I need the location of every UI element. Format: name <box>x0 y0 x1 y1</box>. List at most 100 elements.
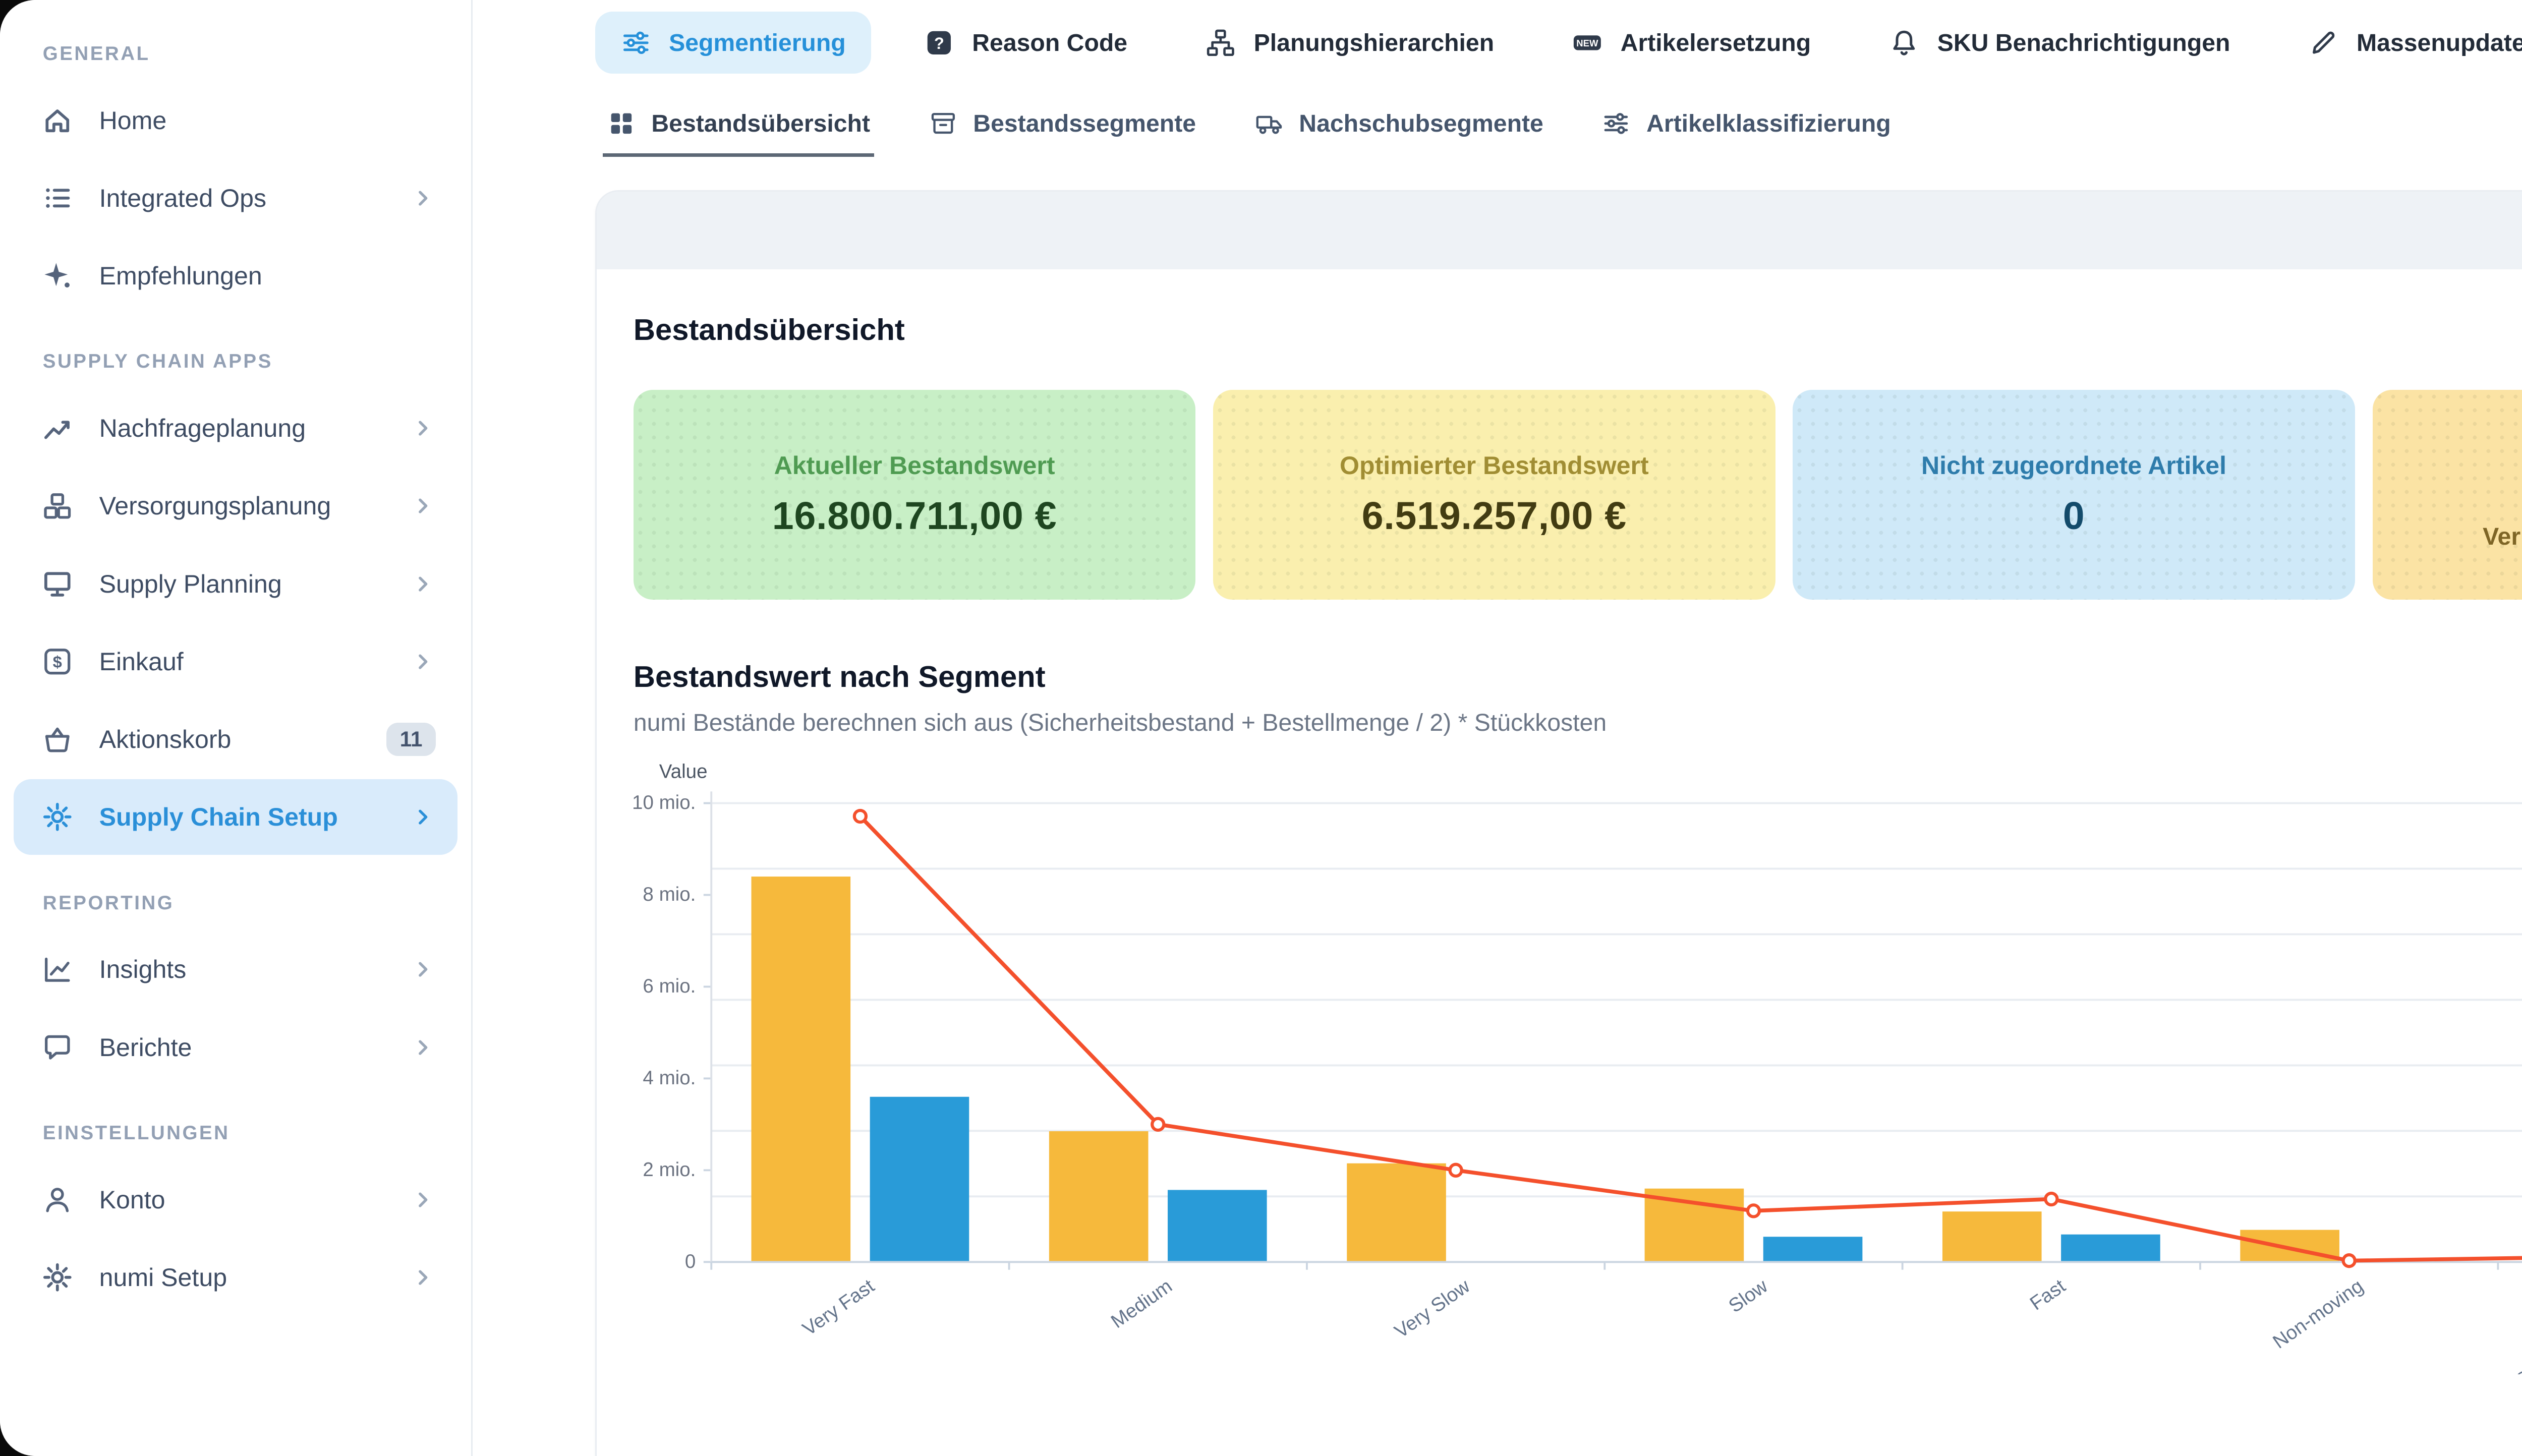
card-body: Bestandsübersicht Aktueller Bestandswert… <box>597 269 2522 1382</box>
aktionskorb-icon <box>41 723 74 756</box>
question-square-icon: ? <box>924 27 955 59</box>
chevron-right-icon <box>411 186 436 211</box>
supply-chain-setup-icon <box>41 800 74 834</box>
sidebar-item-empfehlungen[interactable]: Empfehlungen <box>14 238 457 314</box>
sidebar-item-label: numi Setup <box>99 1263 386 1292</box>
chevron-right-icon <box>411 804 436 830</box>
sidebar-section: REPORTINGInsightsBerichte <box>0 857 471 1085</box>
stat-card-value: 16.800.711,00 € <box>772 494 1057 539</box>
segment-chart: 05 mio.10 mio.15 mio.20 mio.25 mio.30 mi… <box>634 756 2522 1382</box>
sidebar-item-label: Integrated Ops <box>99 184 386 213</box>
chevron-right-icon <box>411 1187 436 1212</box>
tab-bestandsuebersicht[interactable]: Bestandsübersicht <box>603 91 874 157</box>
tab-sku-benachrichtigungen[interactable]: SKU Benachrichtigungen <box>1863 12 2255 74</box>
sidebar-item-supply-planning[interactable]: Supply Planning <box>14 546 457 621</box>
stat-card-value: 6.519.257,00 € <box>1362 494 1627 539</box>
pencil-icon <box>2308 27 2339 59</box>
sidebar-item-integrated-ops[interactable]: Integrated Ops <box>14 160 457 236</box>
main-content: Segmentierung? Reason Code Planungshierarc… <box>473 0 2522 1456</box>
sidebar-item-numi-setup[interactable]: numi Setup <box>14 1240 457 1315</box>
tab-label: Artikelersetzung <box>1621 29 1811 57</box>
sidebar-item-konto[interactable]: Konto <box>14 1162 457 1238</box>
content-card: Filter Bestandsübersicht Aktueller Besta… <box>595 190 2522 1456</box>
svg-text:Very Fast: Very Fast <box>798 1275 878 1340</box>
svg-text:$: $ <box>53 653 62 671</box>
stat-card-optimierter-bestandswert: Optimierter Bestandswert6.519.257,00 € <box>1213 390 1775 600</box>
chevron-right-icon <box>411 1035 436 1060</box>
tab-label: Segmentierung <box>669 29 846 57</box>
app-window: GENERALHomeIntegrated OpsEmpfehlungenSUP… <box>0 0 2522 1456</box>
svg-text:Value: Value <box>659 761 708 782</box>
secondary-tabs: Bestandsübersicht Bestandssegmente Nachsch… <box>595 91 2522 157</box>
sidebar-item-label: Versorgungsplanung <box>99 491 386 520</box>
sidebar-item-supply-chain-setup[interactable]: Supply Chain Setup <box>14 779 457 855</box>
svg-text:8 mio.: 8 mio. <box>643 884 696 905</box>
sliders-icon <box>620 27 652 59</box>
chevron-right-icon <box>411 571 436 597</box>
tab-artikelklassifizierung[interactable]: Artikelklassifizierung <box>1598 91 1895 157</box>
svg-text:?: ? <box>934 34 944 52</box>
einkauf-icon: $ <box>41 645 74 678</box>
svg-text:6 mio.: 6 mio. <box>643 975 696 997</box>
numi-setup-icon <box>41 1261 74 1294</box>
tab-label: Bestandsübersicht <box>651 109 870 138</box>
truck-icon <box>1254 109 1284 138</box>
home-icon <box>41 104 74 137</box>
tab-reason-code[interactable]: ? Reason Code <box>898 12 1153 74</box>
sidebar-item-einkauf[interactable]: $Einkauf <box>14 624 457 700</box>
segment-header: Bestandswert nach Segment Umsatz <box>634 658 2522 695</box>
sidebar-item-label: Home <box>99 106 436 135</box>
tab-label: Reason Code <box>972 29 1127 57</box>
tab-planungshierarchien[interactable]: Planungshierarchien <box>1180 12 1519 74</box>
tab-massenupdates[interactable]: Massenupdates <box>2283 12 2522 74</box>
svg-text:Slow: Slow <box>1725 1275 1771 1317</box>
tab-label: Massenupdates <box>2357 29 2522 57</box>
sidebar: GENERALHomeIntegrated OpsEmpfehlungenSUP… <box>0 0 473 1456</box>
svg-text:Slow with High FCA: Slow with High FCA <box>2512 1275 2522 1375</box>
tab-segmentierung[interactable]: Segmentierung <box>595 12 871 74</box>
filter-bar[interactable]: Filter <box>597 192 2522 269</box>
chevron-right-icon <box>411 416 436 441</box>
svg-text:2 mio.: 2 mio. <box>643 1158 696 1180</box>
sidebar-section-label: EINSTELLUNGEN <box>0 1087 471 1160</box>
sidebar-item-nachfrageplanung[interactable]: Nachfrageplanung <box>14 390 457 466</box>
stat-card-subtitle: Verkaufsmengenanteil: 95.7% <box>2483 522 2522 551</box>
section-subtitle: numi Bestände berechnen sich aus (Sicher… <box>634 709 2522 737</box>
tab-artikelersetzung[interactable]: NEW Artikelersetzung <box>1546 12 1836 74</box>
sidebar-section: GENERALHomeIntegrated OpsEmpfehlungen <box>0 8 471 314</box>
tab-label: Artikelklassifizierung <box>1646 109 1891 138</box>
chevron-right-icon <box>411 493 436 518</box>
sliders-icon <box>1601 109 1631 138</box>
box-icon <box>929 109 958 138</box>
empfehlungen-icon <box>41 259 74 293</box>
sidebar-item-label: Empfehlungen <box>99 261 436 290</box>
svg-text:Fast: Fast <box>2026 1275 2070 1314</box>
integrated-ops-icon <box>41 182 74 215</box>
sidebar-item-home[interactable]: Home <box>14 82 457 158</box>
sidebar-item-label: Berichte <box>99 1033 386 1062</box>
svg-text:Non-moving: Non-moving <box>2269 1275 2367 1353</box>
grid-icon <box>607 109 636 138</box>
sidebar-item-label: Nachfrageplanung <box>99 414 386 443</box>
tab-nachschubsegmente[interactable]: Nachschubsegmente <box>1250 91 1547 157</box>
hierarchy-icon <box>1205 27 1236 59</box>
primary-tabs: Segmentierung? Reason Code Planungshierarc… <box>595 12 2522 74</box>
sidebar-item-berichte[interactable]: Berichte <box>14 1009 457 1085</box>
svg-text:NEW: NEW <box>1577 38 1599 48</box>
tab-bestandssegmente[interactable]: Bestandssegmente <box>925 91 1200 157</box>
berichte-icon <box>41 1031 74 1064</box>
tab-label: Bestandssegmente <box>973 109 1196 138</box>
stat-cards: Aktueller Bestandswert 16.800.711,00 € Opt… <box>634 390 2522 600</box>
bell-icon <box>1888 27 1920 59</box>
sidebar-item-insights[interactable]: Insights <box>14 931 457 1007</box>
stat-card-value: 0 <box>2063 494 2085 539</box>
svg-text:0: 0 <box>685 1250 696 1272</box>
stat-card-title: Nicht zugeordnete Artikel <box>1921 451 2226 480</box>
sidebar-item-aktionskorb[interactable]: Aktionskorb11 <box>14 702 457 777</box>
sidebar-item-versorgungsplanung[interactable]: Versorgungsplanung <box>14 468 457 544</box>
stat-card-title: Aktueller Bestandswert <box>774 451 1055 480</box>
insights-icon <box>41 953 74 986</box>
svg-text:Medium: Medium <box>1107 1275 1176 1332</box>
section-title: Bestandswert nach Segment <box>634 659 1046 694</box>
sidebar-item-label: Insights <box>99 955 386 984</box>
